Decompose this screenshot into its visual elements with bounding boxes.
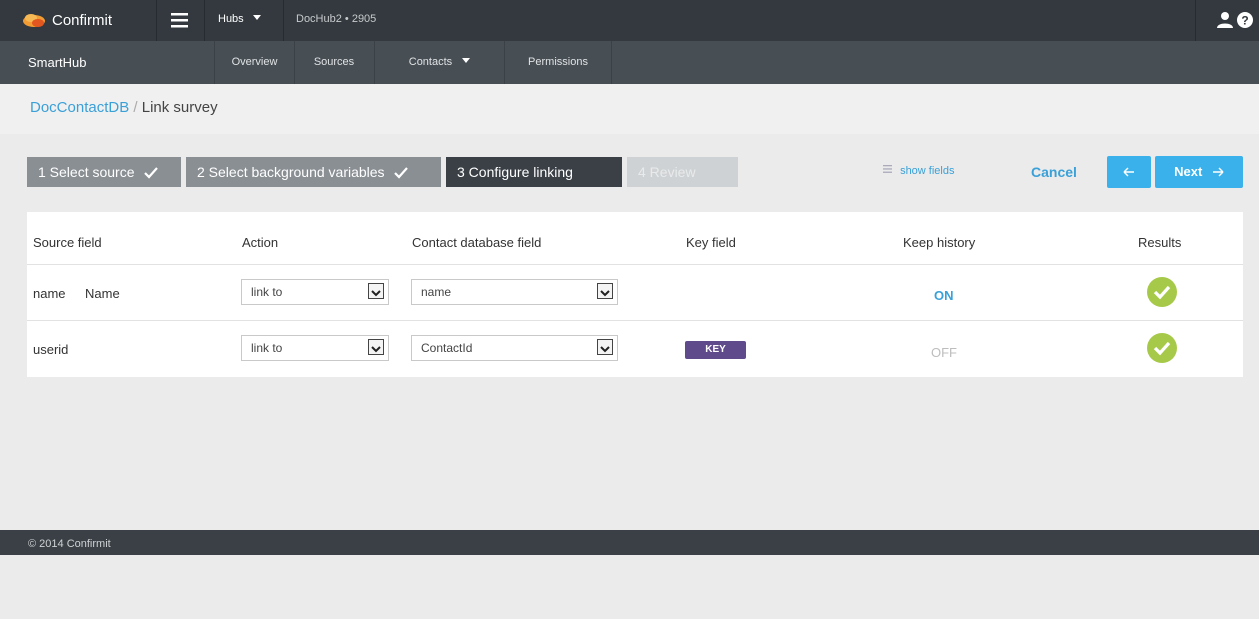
column-header-keep-history: Keep history bbox=[903, 235, 976, 250]
next-button[interactable]: Next bbox=[1155, 156, 1243, 188]
column-header-action: Action bbox=[242, 235, 279, 250]
show-fields-label: show fields bbox=[900, 165, 955, 177]
source-field-name: name bbox=[33, 286, 66, 301]
tab-label: Sources bbox=[313, 56, 355, 68]
action-select-value: link to bbox=[251, 285, 283, 299]
cancel-button[interactable]: Cancel bbox=[1031, 164, 1077, 180]
divider bbox=[204, 0, 205, 41]
action-select-value: link to bbox=[251, 341, 283, 355]
confirmit-logo-icon bbox=[23, 14, 45, 27]
back-button[interactable] bbox=[1107, 156, 1151, 188]
caret-down-icon bbox=[462, 58, 471, 63]
dropdown-arrow-icon bbox=[368, 283, 384, 299]
sub-navigation: SmartHub Overview Sources Contacts Permi… bbox=[0, 41, 1259, 84]
app-name: SmartHub bbox=[28, 55, 87, 70]
arrow-left-icon bbox=[1123, 167, 1134, 177]
dropdown-arrow-icon bbox=[597, 283, 613, 299]
hubs-dropdown[interactable]: Hubs bbox=[218, 13, 261, 25]
divider bbox=[1195, 0, 1196, 41]
breadcrumb-current: Link survey bbox=[141, 99, 218, 116]
step-label: 2 Select background variables bbox=[197, 164, 385, 180]
keep-history-toggle[interactable]: ON bbox=[934, 288, 954, 303]
step-select-source[interactable]: 1 Select source bbox=[27, 157, 181, 187]
tab-label: Overview bbox=[231, 56, 278, 68]
linking-table bbox=[27, 212, 1243, 377]
step-review: 4 Review bbox=[627, 157, 738, 187]
help-button[interactable]: ? bbox=[1236, 11, 1254, 29]
step-label: 4 Review bbox=[638, 164, 696, 180]
footer: © 2014 Confirmit bbox=[0, 530, 1259, 555]
divider bbox=[283, 0, 284, 41]
step-label: 1 Select source bbox=[38, 164, 135, 180]
breadcrumb-parent-link[interactable]: DocContactDB bbox=[30, 99, 129, 116]
svg-text:?: ? bbox=[1241, 14, 1248, 28]
success-check-icon bbox=[1147, 277, 1177, 307]
column-header-source-field: Source field bbox=[33, 235, 102, 250]
dropdown-arrow-icon bbox=[368, 339, 384, 355]
key-badge[interactable]: KEY bbox=[685, 341, 746, 359]
action-select[interactable]: link to bbox=[241, 279, 389, 305]
tab-contacts[interactable]: Contacts bbox=[375, 41, 505, 84]
contact-field-select[interactable]: ContactId bbox=[411, 335, 618, 361]
brand-name: Confirmit bbox=[52, 11, 113, 29]
table-divider bbox=[27, 264, 1243, 265]
checkmark-icon bbox=[394, 167, 409, 179]
column-header-contact-database-field: Contact database field bbox=[412, 235, 542, 250]
step-configure-linking[interactable]: 3 Configure linking bbox=[446, 157, 622, 187]
help-icon: ? bbox=[1237, 12, 1253, 28]
tab-sources[interactable]: Sources bbox=[294, 41, 375, 84]
divider bbox=[156, 0, 157, 41]
list-icon bbox=[883, 165, 892, 173]
user-button[interactable] bbox=[1216, 11, 1234, 29]
breadcrumb: DocContactDB / Link survey bbox=[30, 99, 218, 116]
breadcrumb-separator: / bbox=[133, 99, 138, 116]
contact-field-value: ContactId bbox=[421, 341, 473, 355]
table-divider bbox=[27, 320, 1243, 321]
success-check-icon bbox=[1147, 333, 1177, 363]
column-header-key-field: Key field bbox=[686, 235, 736, 250]
dropdown-arrow-icon bbox=[597, 339, 613, 355]
hamburger-menu-button[interactable] bbox=[168, 8, 192, 32]
action-select[interactable]: link to bbox=[241, 335, 389, 361]
contact-field-value: name bbox=[421, 285, 452, 299]
tab-label: Permissions bbox=[528, 56, 588, 68]
tab-label: Contacts bbox=[408, 56, 453, 68]
source-field-name: userid bbox=[33, 342, 69, 357]
checkmark-icon bbox=[144, 167, 159, 179]
hubs-label: Hubs bbox=[218, 13, 244, 25]
column-header-results: Results bbox=[1138, 235, 1182, 250]
hamburger-icon bbox=[171, 13, 188, 28]
brand-logo[interactable]: Confirmit bbox=[22, 10, 112, 30]
user-icon bbox=[1217, 12, 1233, 28]
caret-down-icon bbox=[252, 15, 261, 20]
top-bar: Confirmit Hubs DocHub2 • 2905 ? bbox=[0, 0, 1259, 41]
tab-overview[interactable]: Overview bbox=[214, 41, 295, 84]
tab-permissions[interactable]: Permissions bbox=[505, 41, 612, 84]
source-field-label: Name bbox=[85, 286, 120, 301]
next-label: Next bbox=[1174, 164, 1203, 179]
step-select-background-variables[interactable]: 2 Select background variables bbox=[186, 157, 441, 187]
keep-history-toggle[interactable]: OFF bbox=[931, 345, 957, 360]
contact-field-select[interactable]: name bbox=[411, 279, 618, 305]
hub-path[interactable]: DocHub2 • 2905 bbox=[296, 13, 376, 25]
show-fields-link[interactable]: show fields bbox=[883, 165, 954, 177]
arrow-right-icon bbox=[1212, 167, 1224, 177]
copyright-text: © 2014 Confirmit bbox=[28, 538, 111, 550]
step-label: 3 Configure linking bbox=[457, 164, 573, 180]
